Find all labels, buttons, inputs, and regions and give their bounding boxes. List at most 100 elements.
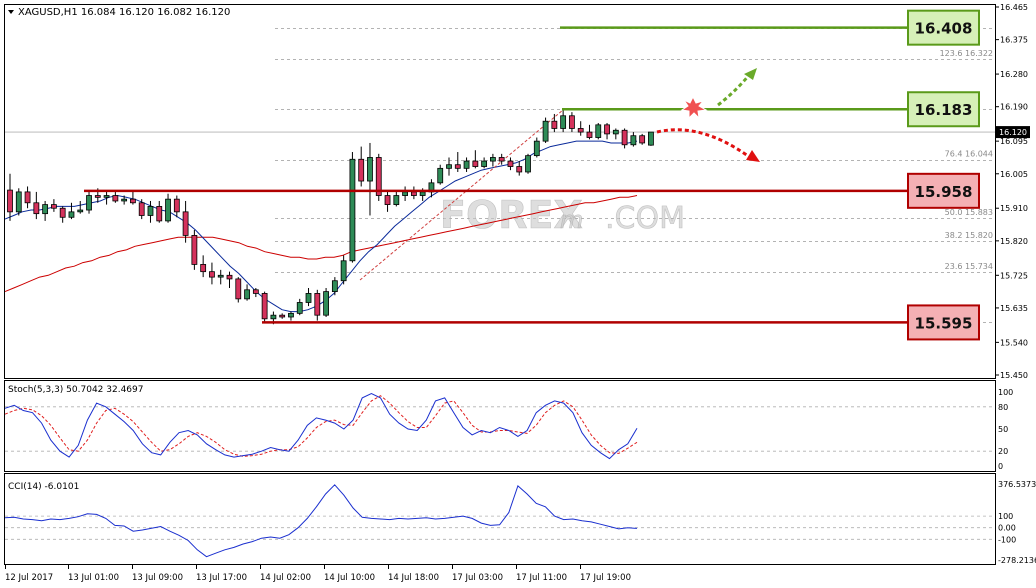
candle [525, 155, 531, 173]
candle [138, 202, 145, 216]
fib-label: 23.6 15.734 [945, 262, 993, 271]
stoch-tick-label: 100 [998, 388, 1013, 397]
cci-panel-frame [4, 473, 996, 565]
time-label: 13 Jul 17:00 [196, 573, 247, 583]
key-levels[interactable]: 16.408 16.183 15.958 15.595 [84, 9, 980, 341]
candle [261, 293, 268, 320]
candle [42, 204, 49, 215]
candle [542, 120, 549, 142]
time-label: 13 Jul 01:00 [68, 573, 119, 583]
fib-grid [275, 28, 995, 323]
triangle-down-icon[interactable] [8, 10, 14, 14]
price-tick-label: 16.280 [1000, 70, 1028, 79]
stoch-panel-frame [4, 380, 996, 472]
level-label: 15.958 [915, 183, 973, 201]
price-tick-label: 15.540 [1000, 338, 1028, 347]
candle [586, 131, 593, 138]
arrow-up-icon [717, 73, 752, 107]
candle [437, 167, 444, 184]
level-label: 15.595 [915, 314, 973, 332]
cci-panel: CCI(14) -6.0101 376.5373 100 0.00 -100 -278.2… [4, 480, 1036, 565]
candle [446, 164, 452, 169]
candle [648, 131, 654, 146]
candle [130, 198, 136, 204]
fib-labels: 123.6 16.322 76.4 16.044 50.0 15.883 38.2 1… [940, 49, 993, 271]
candle [331, 280, 338, 293]
candle [77, 209, 84, 213]
price-tick-label: 16.375 [1000, 36, 1028, 45]
candle [147, 206, 154, 216]
candle [226, 274, 233, 280]
candle [595, 124, 602, 138]
candle [340, 260, 347, 282]
candle [121, 198, 128, 202]
candle [516, 166, 523, 173]
cci-tick-label: 0.00 [998, 524, 1016, 533]
current-price-label: 16.120 [999, 128, 1027, 137]
candle [349, 158, 356, 262]
candle [358, 158, 365, 182]
candle [577, 128, 584, 133]
candle [217, 274, 224, 278]
price-tick-label: 16.190 [1000, 103, 1028, 112]
candle [24, 191, 31, 204]
candle [200, 264, 207, 273]
price-tick-label: 15.450 [1000, 371, 1028, 380]
candle [59, 207, 66, 218]
candle [103, 195, 110, 198]
candle [419, 191, 426, 196]
arrow-down-icon [656, 128, 749, 158]
watermark-suffix: m [560, 206, 583, 234]
candle [489, 157, 496, 162]
price-tick-label: 15.635 [1000, 304, 1028, 313]
time-axis: 12 Jul 2017 13 Jul 01:00 13 Jul 09:00 13 Ju… [5, 565, 631, 583]
candle [33, 202, 40, 215]
candle [472, 160, 479, 167]
candle [402, 191, 409, 196]
candle [156, 206, 163, 222]
candle [270, 314, 277, 320]
stoch-label: Stoch(5,3,3) 50.7042 32.4697 [8, 385, 143, 395]
stoch-tick-label: 20 [998, 447, 1008, 456]
candle [621, 129, 628, 146]
candle [323, 291, 329, 316]
cci-tick-label: 376.5373 [998, 480, 1036, 489]
candle [288, 312, 294, 318]
candle [165, 198, 171, 222]
candle [410, 191, 417, 196]
candle [68, 211, 75, 218]
trading-chart[interactable]: FOREX m .COM 123.6 16.322 76.4 16.044 50.0… [0, 0, 1036, 588]
candle [367, 157, 373, 182]
candle [112, 195, 119, 202]
projection-arrows [656, 68, 760, 162]
candle [86, 195, 92, 211]
fib-label: 76.4 16.044 [945, 150, 993, 159]
candle [498, 157, 505, 162]
candle [630, 135, 637, 146]
watermark-tld: .COM [605, 201, 685, 236]
candle [15, 191, 22, 213]
price-tick-label: 16.465 [1000, 3, 1028, 12]
arrow-down-head-icon [746, 150, 760, 162]
level-label: 16.408 [915, 20, 973, 38]
candle [94, 195, 101, 198]
candle [454, 164, 461, 169]
candle [296, 302, 303, 314]
candle [604, 124, 610, 135]
stoch-tick-label: 50 [998, 425, 1008, 434]
cci-line [4, 484, 638, 558]
candle [612, 129, 619, 135]
candle [252, 289, 259, 294]
price-tick-label: 15.725 [1000, 271, 1028, 280]
candle [7, 189, 13, 213]
level-label: 16.183 [915, 101, 973, 119]
candle [463, 160, 470, 169]
watermark: FOREX m .COM [440, 193, 686, 238]
stoch-panel: Stoch(5,3,3) 50.7042 32.4697 100 80 50 20 0 [4, 385, 1013, 471]
fib-label: 50.0 15.883 [945, 208, 993, 217]
candle [393, 195, 400, 205]
candle [191, 235, 198, 265]
time-label: 13 Jul 09:00 [132, 573, 183, 583]
time-label: 14 Jul 10:00 [324, 573, 375, 583]
candle [209, 271, 215, 278]
